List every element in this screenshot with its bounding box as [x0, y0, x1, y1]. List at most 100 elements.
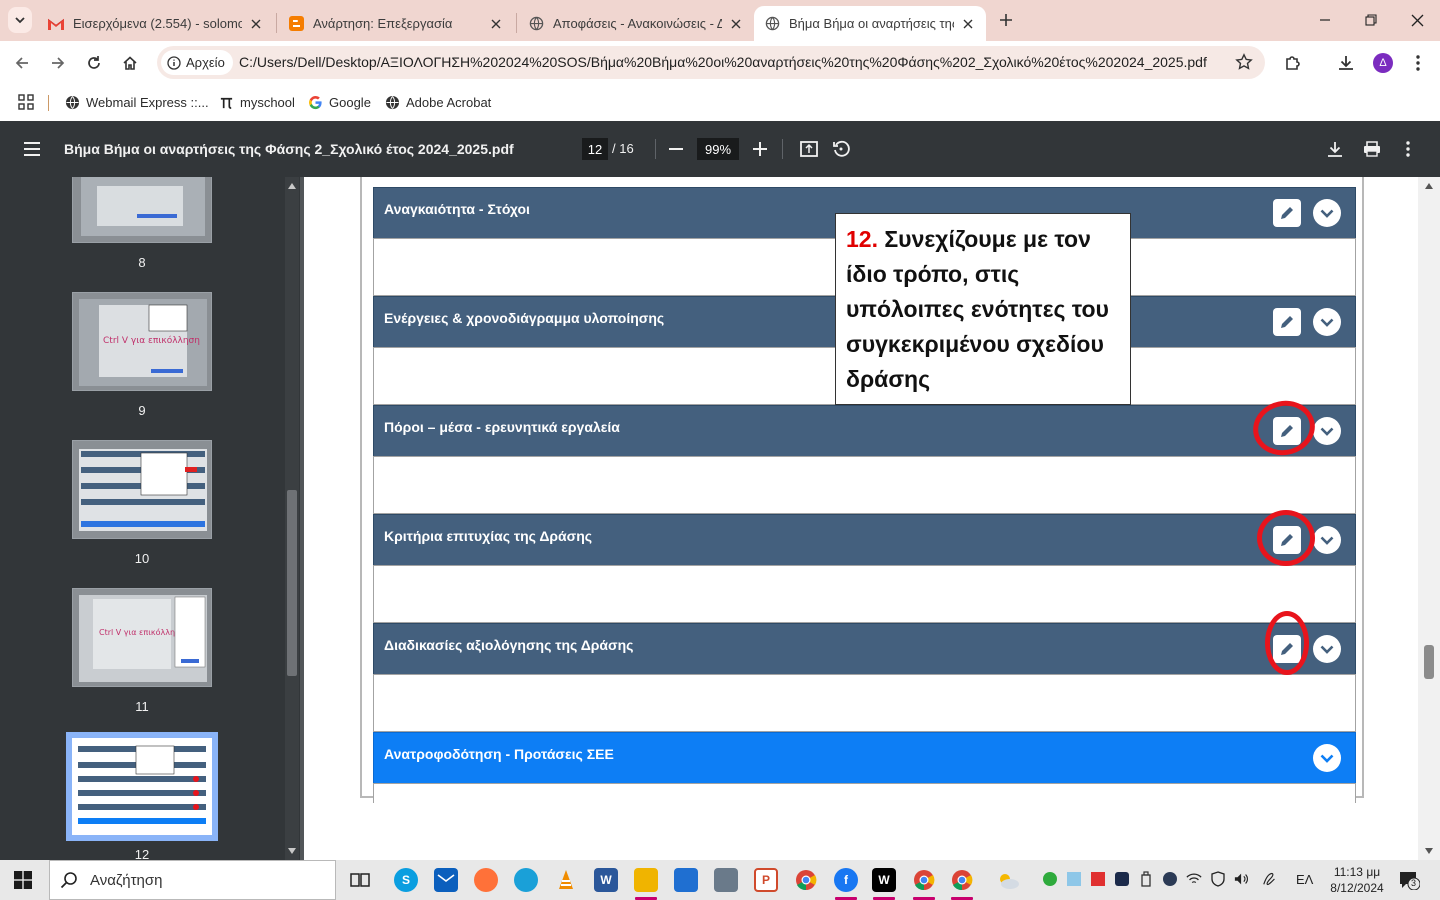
tab-gmail[interactable]: Εισερχόμενα (2.554) - solomos [38, 6, 274, 41]
page-number-input[interactable]: 12 [582, 138, 608, 160]
skype-icon[interactable]: S [394, 868, 418, 892]
fit-page-button[interactable] [797, 137, 821, 161]
usb-tray-icon[interactable] [1138, 871, 1154, 887]
app-tray-icon[interactable] [1090, 871, 1106, 887]
expand-button[interactable] [1313, 417, 1341, 445]
edit-button[interactable] [1273, 308, 1301, 336]
chevron-down-icon [15, 17, 25, 24]
arrow-up-icon [1425, 183, 1433, 189]
browser-menu-button[interactable] [1404, 49, 1432, 77]
back-button[interactable] [8, 49, 36, 77]
zoom-in-button[interactable] [748, 137, 772, 161]
task-view-icon[interactable] [348, 868, 372, 892]
home-button[interactable] [116, 49, 144, 77]
reload-button[interactable] [80, 49, 108, 77]
apps-button[interactable] [18, 92, 34, 112]
address-bar[interactable]: Αρχείο C:/Users/Dell/Desktop/ΑΞΙΟΛΟΓΗΣΗ%… [157, 46, 1265, 79]
sidebar-scrollbar-thumb[interactable] [287, 490, 297, 676]
restore-button[interactable] [1348, 0, 1394, 40]
restore-icon [1365, 14, 1377, 26]
rotate-button[interactable] [829, 137, 853, 161]
chrome-profile-icon[interactable] [950, 868, 974, 892]
site-info-chip[interactable]: Αρχείο [161, 50, 233, 75]
page-thumbnail[interactable] [72, 177, 212, 243]
page-thumbnail[interactable]: Ctrl V για επικόλληση [72, 292, 212, 391]
close-icon[interactable] [728, 16, 744, 32]
pen-icon[interactable] [1262, 871, 1278, 887]
expand-button[interactable] [1313, 308, 1341, 336]
close-icon[interactable] [488, 16, 504, 32]
remote-desktop-icon[interactable] [714, 868, 738, 892]
bookmark-webmail[interactable]: Webmail Express ::... [64, 92, 209, 112]
expand-button[interactable] [1313, 526, 1341, 554]
expand-button[interactable] [1313, 635, 1341, 663]
start-button[interactable] [14, 871, 32, 889]
document-scrollbar[interactable] [1418, 177, 1440, 860]
shield-icon[interactable] [1210, 871, 1226, 887]
sidebar-toggle-button[interactable] [20, 137, 44, 161]
zoom-input[interactable]: 99% [697, 138, 739, 160]
url-text[interactable]: C:/Users/Dell/Desktop/ΑΞΙΟΛΟΓΗΣΗ%202024%… [239, 54, 1207, 70]
bookmark-star-button[interactable] [1235, 53, 1253, 71]
edge-icon[interactable] [514, 868, 538, 892]
section-title: Πόροι – μέσα - ερευνητικά εργαλεία [384, 419, 620, 435]
expand-button[interactable] [1313, 199, 1341, 227]
app-tray-icon[interactable] [1162, 871, 1178, 887]
new-tab-button[interactable] [995, 9, 1017, 31]
firefox-icon[interactable] [474, 868, 498, 892]
chrome-profile-icon[interactable] [912, 868, 936, 892]
windows-icon [14, 871, 32, 889]
weather-icon[interactable] [996, 868, 1020, 892]
facebook-icon[interactable]: f [834, 868, 858, 892]
download-pdf-button[interactable] [1323, 137, 1347, 161]
bookmark-adobe-acrobat[interactable]: Adobe Acrobat [384, 92, 491, 112]
profile-avatar[interactable]: Δ [1373, 53, 1393, 73]
close-icon[interactable] [248, 16, 264, 32]
wifi-icon[interactable] [1186, 871, 1202, 887]
pi-icon [218, 94, 234, 110]
extensions-button[interactable] [1279, 49, 1307, 77]
notifications-button[interactable]: 3 [1398, 870, 1420, 890]
minimize-button[interactable] [1302, 0, 1348, 40]
tab-announcements[interactable]: Αποφάσεις - Ανακοινώσεις - Δ [518, 6, 754, 41]
file-explorer-icon[interactable] [634, 868, 658, 892]
webex-icon[interactable]: W [872, 868, 896, 892]
clock-date: 8/12/2024 [1330, 881, 1384, 895]
vlc-icon[interactable] [554, 868, 578, 892]
forward-button[interactable] [44, 49, 72, 77]
plus-icon [753, 142, 767, 156]
page-thumbnail-selected[interactable] [66, 732, 218, 841]
tab-blogger[interactable]: Ανάρτηση: Επεξεργασία [278, 6, 514, 41]
pencil-icon [1281, 207, 1293, 219]
tab-title: Αποφάσεις - Ανακοινώσεις - Δ [553, 16, 722, 31]
page-thumbnail[interactable] [72, 440, 212, 539]
page-thumbnail[interactable]: Ctrl V για επικόλληση [72, 588, 212, 687]
pdf-reader-icon[interactable]: P [754, 868, 778, 892]
downloads-button[interactable] [1332, 49, 1360, 77]
edit-button[interactable] [1273, 199, 1301, 227]
bookmark-myschool[interactable]: myschool [218, 92, 295, 112]
zoom-out-button[interactable] [664, 137, 688, 161]
clock[interactable]: 11:13 μμ 8/12/2024 [1322, 864, 1392, 896]
document-scrollbar-thumb[interactable] [1424, 645, 1434, 679]
bookmark-google[interactable]: Google [307, 92, 371, 112]
app-tray-icon[interactable] [1066, 871, 1082, 887]
tab-search-button[interactable] [8, 7, 32, 33]
close-icon[interactable] [960, 16, 976, 32]
bookmark-separator [48, 95, 49, 111]
chrome-icon[interactable] [794, 868, 818, 892]
close-window-button[interactable] [1394, 0, 1440, 40]
expand-button[interactable] [1313, 744, 1341, 772]
taskbar-search[interactable]: Αναζήτηση [49, 860, 336, 900]
volume-icon[interactable] [1234, 871, 1250, 887]
tab-pdf-active[interactable]: Βήμα Βήμα οι αναρτήσεις της Φ [754, 6, 986, 41]
mail-icon[interactable] [434, 868, 458, 892]
app-tray-icon[interactable] [1114, 871, 1130, 887]
chevron-down-icon [1320, 645, 1334, 654]
print-button[interactable] [1360, 137, 1384, 161]
pdf-more-button[interactable] [1396, 137, 1420, 161]
security-tray-icon[interactable] [1042, 871, 1058, 887]
photos-icon[interactable] [674, 868, 698, 892]
language-indicator[interactable]: ΕΛ [1296, 872, 1313, 887]
word-icon[interactable]: W [594, 868, 618, 892]
